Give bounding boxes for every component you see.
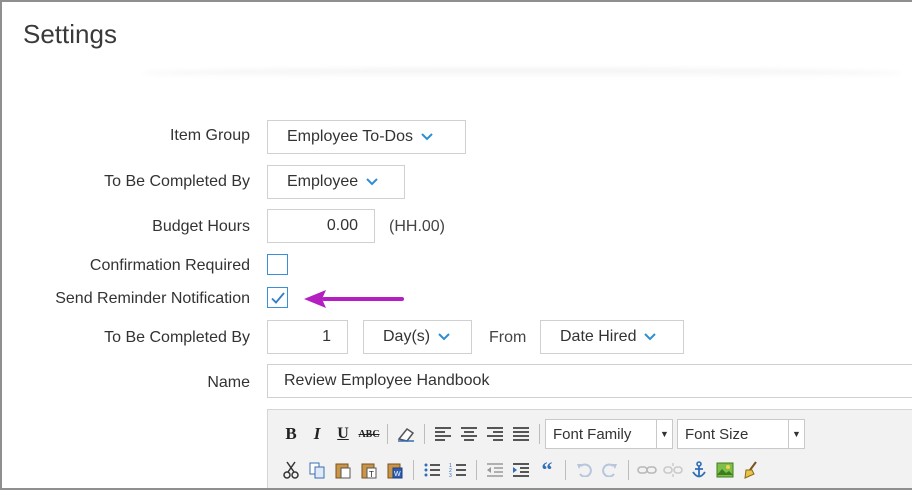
send-reminder-checkbox[interactable] bbox=[267, 287, 288, 308]
budget-hours-input[interactable]: 0.00 bbox=[267, 209, 375, 243]
confirmation-required-checkbox[interactable] bbox=[267, 254, 288, 275]
settings-panel: Settings Item Group Employee To-Dos To B… bbox=[0, 0, 912, 490]
anchor-icon[interactable] bbox=[686, 457, 712, 483]
from-label: From bbox=[489, 329, 527, 346]
dropdown-arrow-icon: ▼ bbox=[656, 420, 672, 448]
undo-icon[interactable] bbox=[571, 457, 597, 483]
completed-by-amount-input[interactable]: 1 bbox=[267, 320, 348, 354]
toolbar-divider bbox=[424, 424, 425, 444]
toolbar-divider bbox=[387, 424, 388, 444]
header-divider bbox=[142, 68, 902, 78]
item-group-value: Employee To-Dos bbox=[287, 128, 413, 145]
paste-text-icon[interactable]: T bbox=[356, 457, 382, 483]
budget-hours-value: 0.00 bbox=[326, 217, 358, 234]
completed-by-role-select[interactable]: Employee bbox=[267, 165, 405, 199]
name-value: Review Employee Handbook bbox=[284, 372, 490, 389]
align-justify-icon[interactable] bbox=[508, 421, 534, 447]
unlink-icon[interactable] bbox=[660, 457, 686, 483]
chevron-down-icon bbox=[421, 131, 433, 143]
toolbar-divider bbox=[565, 460, 566, 480]
completed-by-unit-select[interactable]: Day(s) bbox=[363, 320, 472, 354]
font-family-value: Font Family bbox=[553, 425, 632, 443]
italic-icon[interactable]: I bbox=[304, 421, 330, 447]
toolbar-divider bbox=[628, 460, 629, 480]
copy-icon[interactable] bbox=[304, 457, 330, 483]
strikethrough-icon[interactable]: ABC bbox=[356, 421, 382, 447]
budget-hours-label: Budget Hours bbox=[152, 218, 250, 235]
chevron-down-icon bbox=[366, 176, 378, 188]
chevron-down-icon bbox=[438, 331, 450, 343]
align-left-icon[interactable] bbox=[430, 421, 456, 447]
item-group-select[interactable]: Employee To-Dos bbox=[267, 120, 466, 154]
indent-icon[interactable] bbox=[508, 457, 534, 483]
toolbar-divider bbox=[476, 460, 477, 480]
checkmark-icon bbox=[271, 292, 285, 304]
blockquote-icon[interactable]: “ bbox=[534, 457, 560, 483]
paste-icon[interactable] bbox=[330, 457, 356, 483]
cleanup-icon[interactable] bbox=[738, 457, 764, 483]
align-center-icon[interactable] bbox=[456, 421, 482, 447]
eraser-icon[interactable] bbox=[393, 421, 419, 447]
svg-text:T: T bbox=[369, 470, 374, 479]
paste-word-icon[interactable]: W bbox=[382, 457, 408, 483]
toolbar-row-2: T W 123 “ bbox=[278, 457, 764, 483]
bullet-list-icon[interactable] bbox=[419, 457, 445, 483]
completed-by-role-value: Employee bbox=[287, 173, 359, 190]
completed-by-role-label: To Be Completed By bbox=[104, 173, 250, 190]
item-group-label: Item Group bbox=[169, 127, 250, 144]
font-size-value: Font Size bbox=[685, 425, 749, 443]
outdent-icon[interactable] bbox=[482, 457, 508, 483]
from-date-select[interactable]: Date Hired bbox=[540, 320, 684, 354]
completed-by-unit-value: Day(s) bbox=[383, 328, 431, 345]
svg-text:3: 3 bbox=[449, 473, 452, 478]
dropdown-arrow-icon: ▼ bbox=[788, 420, 804, 448]
numbered-list-icon[interactable]: 123 bbox=[445, 457, 471, 483]
image-icon[interactable] bbox=[712, 457, 738, 483]
cut-icon[interactable] bbox=[278, 457, 304, 483]
bold-icon[interactable]: B bbox=[278, 421, 304, 447]
font-size-select[interactable]: Font Size ▼ bbox=[677, 419, 805, 449]
name-input[interactable]: Review Employee Handbook bbox=[267, 364, 912, 398]
font-family-select[interactable]: Font Family ▼ bbox=[545, 419, 673, 449]
toolbar-row-1: B I U ABC Font Family ▼ Font Size ▼ bbox=[278, 419, 805, 449]
link-icon[interactable] bbox=[634, 457, 660, 483]
confirmation-required-label: Confirmation Required bbox=[89, 257, 250, 274]
toolbar-divider bbox=[539, 424, 540, 444]
chevron-down-icon bbox=[644, 331, 657, 343]
page-title: Settings bbox=[23, 19, 117, 49]
underline-icon[interactable]: U bbox=[330, 421, 356, 447]
completed-by-time-label: To Be Completed By bbox=[104, 329, 250, 346]
annotation-arrow-icon bbox=[304, 290, 404, 308]
align-right-icon[interactable] bbox=[482, 421, 508, 447]
svg-text:W: W bbox=[394, 471, 401, 478]
completed-by-amount-value: 1 bbox=[322, 328, 331, 345]
redo-icon[interactable] bbox=[597, 457, 623, 483]
send-reminder-label: Send Reminder Notification bbox=[55, 290, 250, 307]
toolbar-divider bbox=[413, 460, 414, 480]
rich-text-editor-toolbar: B I U ABC Font Family ▼ Font Size ▼ T W … bbox=[267, 409, 912, 488]
name-label: Name bbox=[207, 374, 250, 391]
from-date-value: Date Hired bbox=[560, 328, 637, 345]
budget-hours-format-hint: (HH.00) bbox=[389, 218, 446, 235]
